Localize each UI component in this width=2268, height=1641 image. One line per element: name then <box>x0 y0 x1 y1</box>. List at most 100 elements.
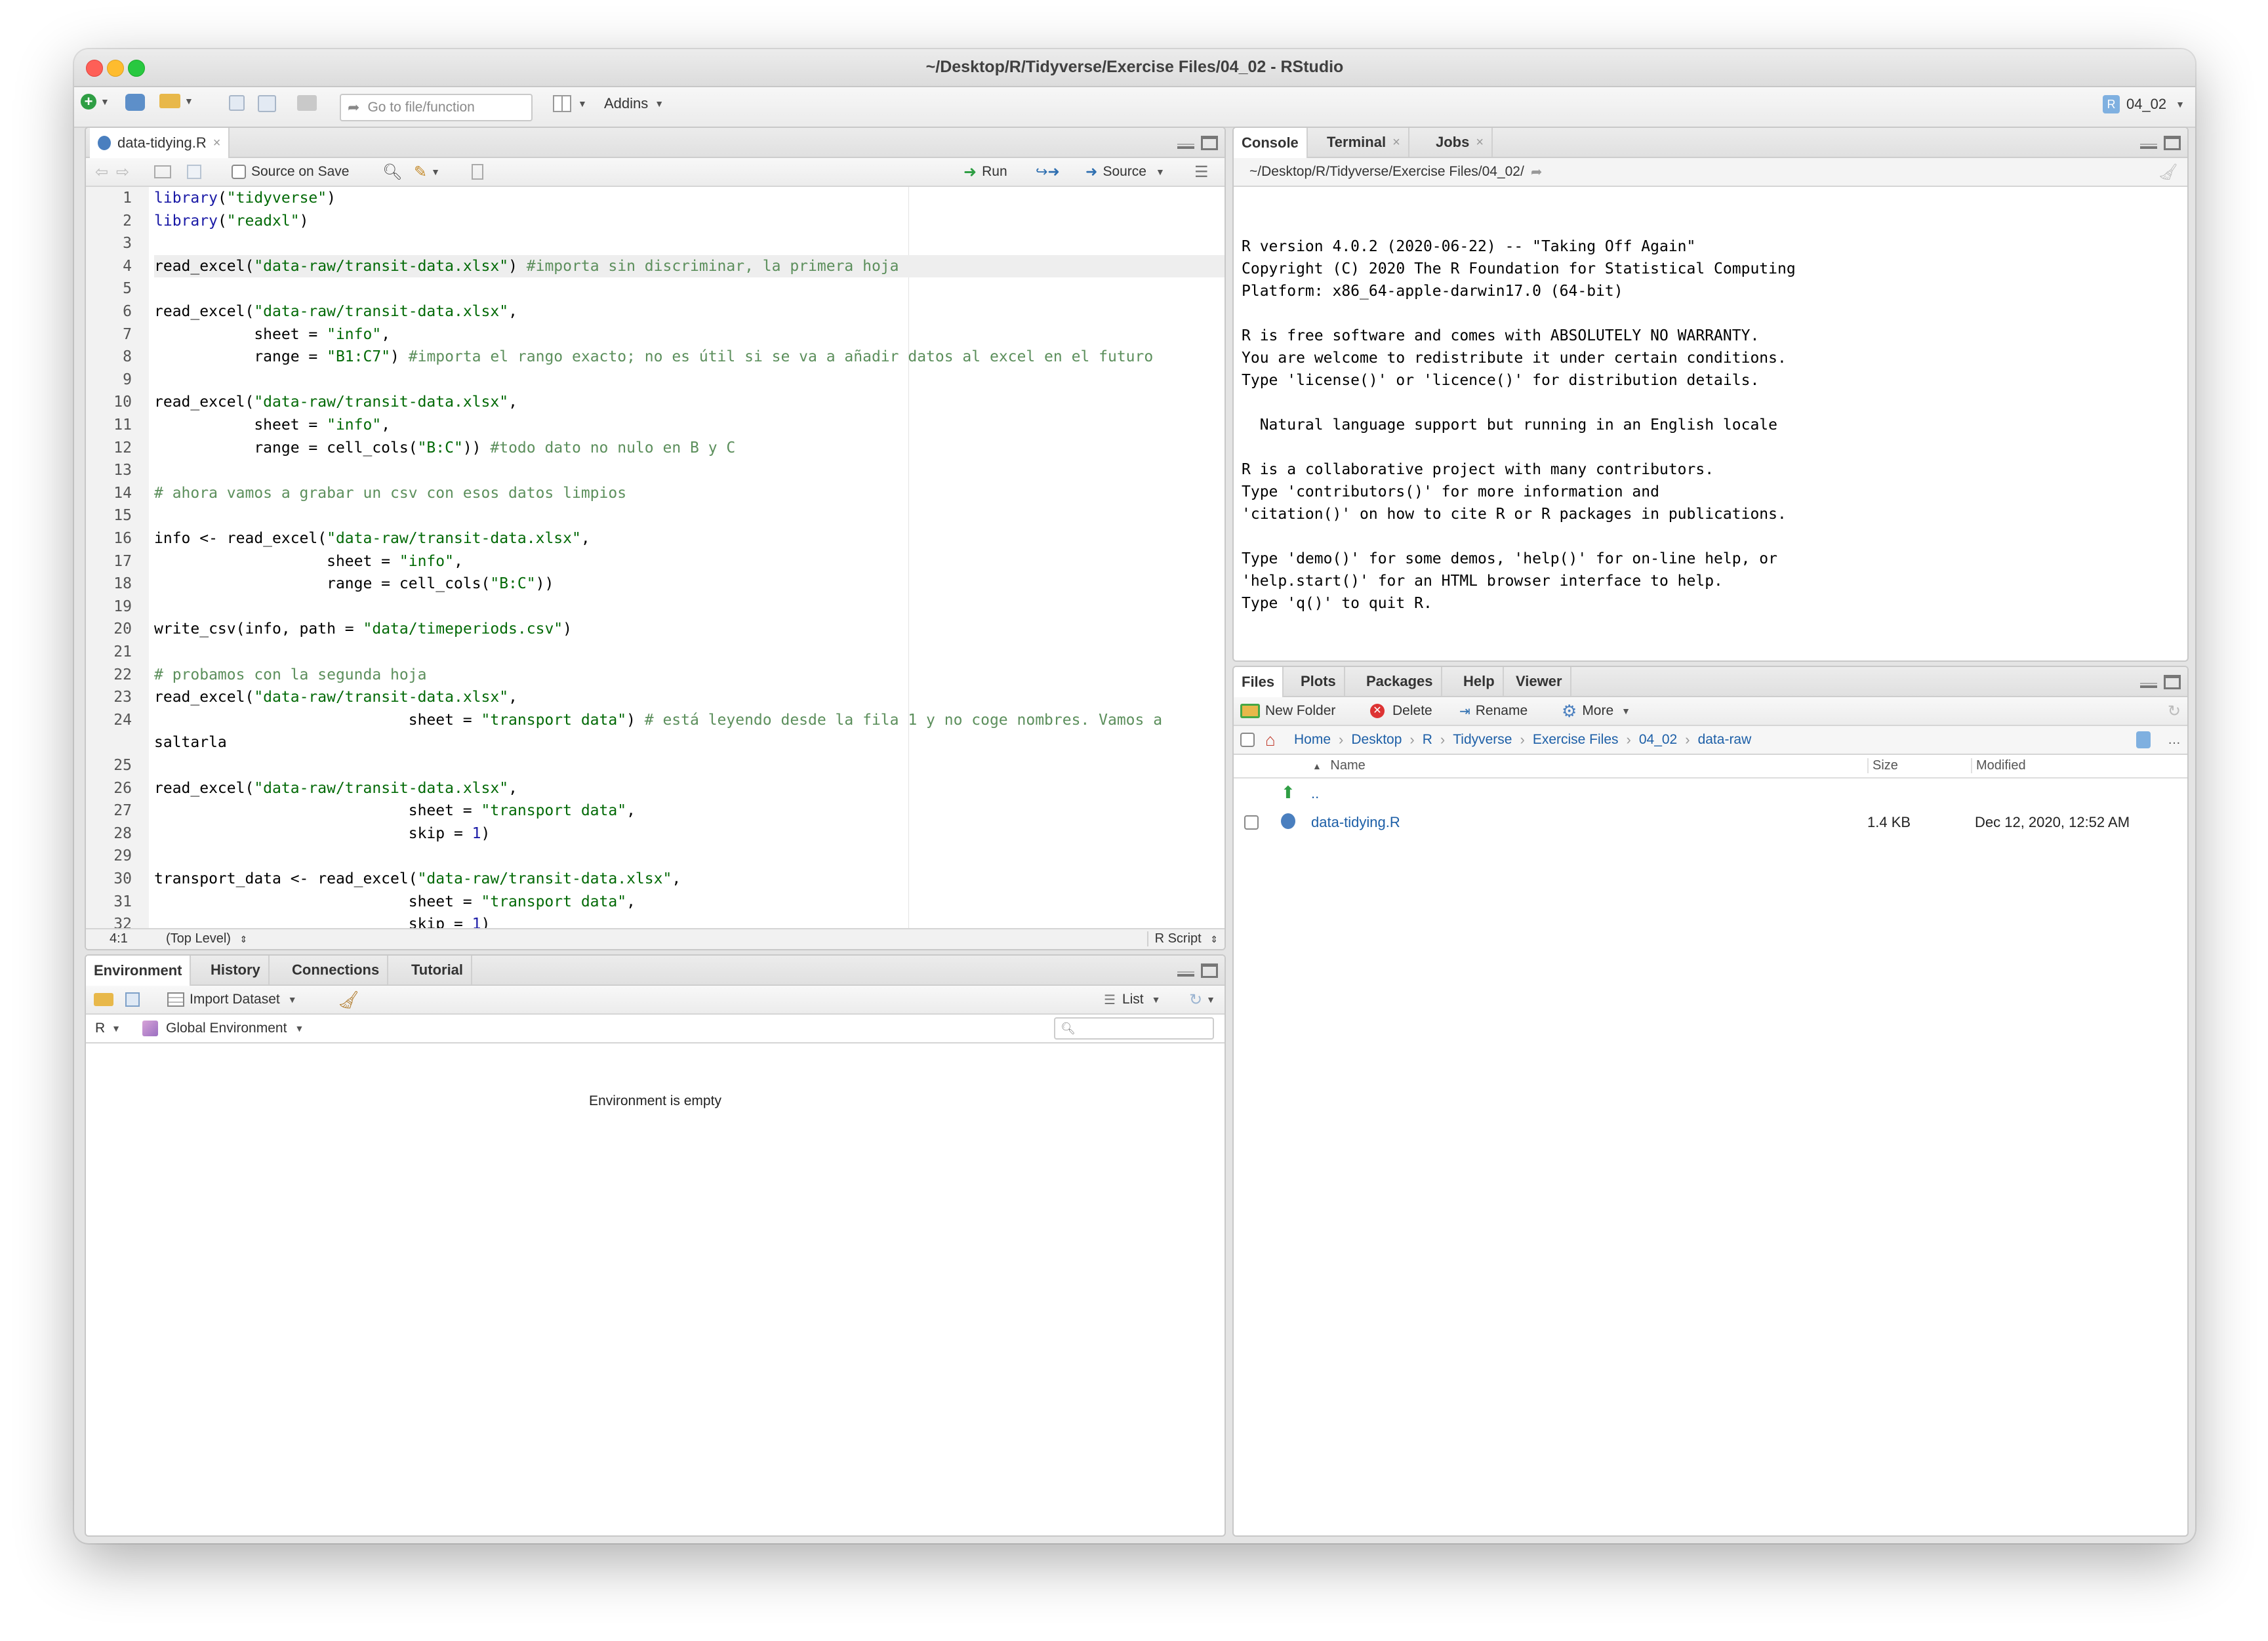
save-all-button[interactable] <box>258 95 276 112</box>
language-selector[interactable]: R ▼ <box>95 1015 121 1042</box>
code-line[interactable] <box>154 596 1225 618</box>
breadcrumb-item[interactable]: Desktop <box>1351 732 1402 748</box>
code-line[interactable]: # probamos con la segunda hoja <box>154 664 1225 686</box>
go-to-file-input[interactable]: ➦ Go to file/function <box>340 94 533 121</box>
breadcrumb-item[interactable]: Tidyverse <box>1453 732 1512 748</box>
save-source-button[interactable] <box>187 158 201 186</box>
import-dataset-button[interactable]: Import Dataset ▼ <box>167 986 297 1013</box>
load-workspace-button[interactable] <box>94 986 113 1013</box>
code-line[interactable] <box>154 459 1225 481</box>
tab-environment[interactable]: Environment <box>86 956 192 986</box>
code-line[interactable]: range = cell_cols("B:C")) #todo dato no … <box>154 437 1225 459</box>
workspace-panes-button[interactable]: ▼ <box>553 95 587 112</box>
code-line[interactable] <box>154 845 1225 867</box>
goto-directory-icon[interactable]: ➦ <box>1531 164 1543 180</box>
close-tab-icon[interactable]: × <box>1476 135 1484 150</box>
tab-plots[interactable]: Plots <box>1293 667 1345 696</box>
open-file-button[interactable]: ▼ <box>159 94 193 108</box>
code-line[interactable]: write_csv(info, path = "data/timeperiods… <box>154 618 1225 640</box>
view-mode-selector[interactable]: ☰ List ▼ <box>1104 986 1160 1013</box>
maximize-pane-icon[interactable] <box>1201 963 1218 978</box>
project-menu[interactable]: R 04_02 ▼ <box>2102 95 2185 113</box>
code-line[interactable]: sheet = "transport data", <box>154 891 1225 913</box>
maximize-pane-icon[interactable] <box>2164 136 2181 150</box>
save-button[interactable] <box>229 95 245 111</box>
code-line[interactable]: range = cell_cols("B:C")) <box>154 573 1225 595</box>
delete-button[interactable]: ✕ Delete <box>1370 697 1432 725</box>
minimize-pane-icon[interactable] <box>2140 675 2157 688</box>
new-file-button[interactable]: + ▼ <box>81 94 110 110</box>
compile-report-button[interactable] <box>472 158 483 186</box>
code-line[interactable]: read_excel("data-raw/transit-data.xlsx")… <box>154 254 1225 277</box>
code-line[interactable]: read_excel("data-raw/transit-data.xlsx", <box>154 686 1225 708</box>
file-type-selector[interactable]: R Script ⇕ <box>1146 931 1218 946</box>
clear-console-broom-icon[interactable]: 🧹︎ <box>2158 158 2178 186</box>
tab-tutorial[interactable]: Tutorial <box>403 956 473 984</box>
parent-directory-link[interactable]: .. <box>1311 785 1319 802</box>
code-line[interactable]: saltarla <box>154 731 1225 754</box>
back-arrow-icon[interactable]: ⇦ <box>95 158 108 186</box>
code-line[interactable]: range = "B1:C7") #importa el rango exact… <box>154 346 1225 368</box>
save-workspace-button[interactable] <box>125 986 140 1013</box>
breadcrumb-item[interactable]: data-raw <box>1698 732 1752 748</box>
close-tab-icon[interactable]: × <box>1392 135 1400 150</box>
code-line[interactable]: library("readxl") <box>154 210 1225 232</box>
code-editor[interactable]: library("tidyverse") library("readxl") rea… <box>86 187 1225 949</box>
project-dir-button[interactable] <box>2136 726 2151 754</box>
environment-search-input[interactable]: 🔍︎ <box>1054 1015 1214 1042</box>
show-in-window-button[interactable] <box>154 158 171 186</box>
table-row[interactable]: data-tidying.R 1.4 KB Dec 12, 2020, 12:5… <box>1234 807 2187 836</box>
minimize-pane-icon[interactable] <box>1177 963 1194 977</box>
size-column-header[interactable]: Size <box>1867 758 1898 773</box>
more-path-button[interactable]: … <box>2168 726 2181 754</box>
minimize-pane-icon[interactable] <box>2140 136 2157 149</box>
code-line[interactable]: library("tidyverse") <box>154 187 1225 209</box>
code-line[interactable]: sheet = "info", <box>154 414 1225 436</box>
tab-terminal[interactable]: Terminal × <box>1319 128 1409 157</box>
tab-packages[interactable]: Packages <box>1358 667 1442 696</box>
file-checkbox[interactable] <box>1244 815 1259 830</box>
code-tools-button[interactable]: ✎ ▼ <box>414 158 440 186</box>
code-line[interactable]: sheet = "transport data", <box>154 800 1225 822</box>
code-line[interactable]: read_excel("data-raw/transit-data.xlsx", <box>154 777 1225 800</box>
environment-scope-selector[interactable]: Global Environment ▼ <box>142 1015 304 1042</box>
modified-column-header[interactable]: Modified <box>1971 758 2026 773</box>
code-line[interactable]: read_excel("data-raw/transit-data.xlsx", <box>154 391 1225 413</box>
code-line[interactable]: transport_data <- read_excel("data-raw/t… <box>154 868 1225 890</box>
code-line[interactable]: sheet = "info", <box>154 323 1225 346</box>
more-menu[interactable]: ⚙ More ▼ <box>1562 697 1630 725</box>
breadcrumb-item[interactable]: R <box>1423 732 1432 748</box>
rerun-button[interactable]: ↪➜ <box>1036 158 1060 186</box>
tab-connections[interactable]: Connections <box>284 956 389 984</box>
code-line[interactable]: info <- read_excel("data-raw/transit-dat… <box>154 527 1225 550</box>
breadcrumb-item[interactable]: 04_02 <box>1639 732 1677 748</box>
code-line[interactable]: sheet = "info", <box>154 550 1225 573</box>
tab-data-tidying[interactable]: data-tidying.R × <box>90 128 230 158</box>
rename-button[interactable]: ⇥ Rename <box>1459 697 1528 725</box>
tab-jobs[interactable]: Jobs × <box>1428 128 1493 157</box>
scope-selector[interactable]: (Top Level) ⇕ <box>166 931 247 946</box>
code-line[interactable]: # ahora vamos a grabar un csv con esos d… <box>154 482 1225 504</box>
maximize-pane-icon[interactable] <box>1201 136 1218 150</box>
tab-viewer[interactable]: Viewer <box>1508 667 1571 696</box>
tab-console[interactable]: Console <box>1234 128 1308 158</box>
name-column-header[interactable]: ▲ Name <box>1312 758 1366 773</box>
close-tab-icon[interactable]: × <box>213 136 221 151</box>
run-button[interactable]: ➜ Run <box>963 158 1007 186</box>
new-project-button[interactable] <box>125 94 145 111</box>
code-line[interactable] <box>154 641 1225 663</box>
code-line[interactable] <box>154 504 1225 527</box>
breadcrumb-item[interactable]: Exercise Files <box>1533 732 1619 748</box>
forward-arrow-icon[interactable]: ⇨ <box>116 158 129 186</box>
tab-history[interactable]: History <box>203 956 270 984</box>
code-line[interactable] <box>154 754 1225 777</box>
file-name-link[interactable]: data-tidying.R <box>1311 814 1400 831</box>
new-folder-button[interactable]: New Folder <box>1240 697 1335 725</box>
code-line[interactable] <box>154 232 1225 254</box>
search-icon[interactable]: 🔍︎ <box>382 158 402 186</box>
code-line[interactable]: read_excel("data-raw/transit-data.xlsx", <box>154 300 1225 323</box>
code-line[interactable]: skip = 1) <box>154 822 1225 845</box>
parent-directory-row[interactable]: ⬆ .. <box>1234 779 2187 807</box>
console-output[interactable]: R version 4.0.2 (2020-06-22) -- "Taking … <box>1242 213 2179 659</box>
clear-workspace-button[interactable]: 🧹︎ <box>338 986 359 1013</box>
